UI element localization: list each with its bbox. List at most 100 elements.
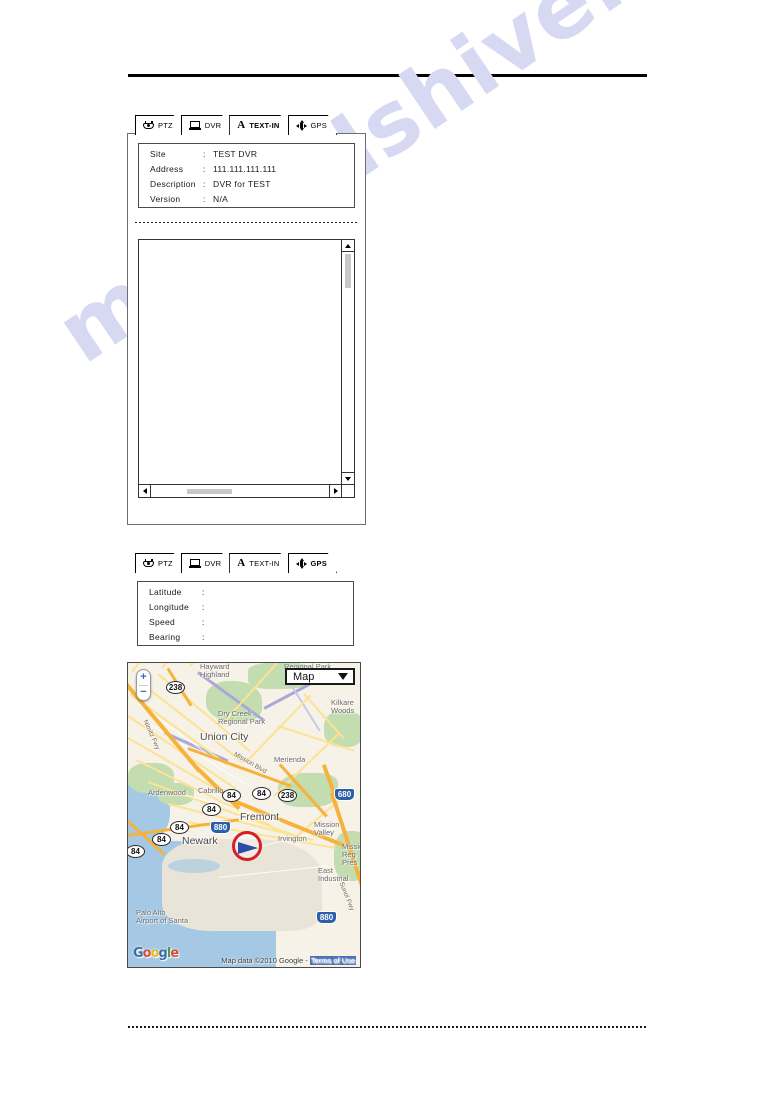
- text-in-panel: Site : TEST DVR Address : 111.111.111.11…: [127, 133, 366, 525]
- info-key: Site: [150, 149, 166, 159]
- dvr-info-box: Site : TEST DVR Address : 111.111.111.11…: [138, 143, 355, 208]
- map-attribution: Map data ©2010 Google - Terms of Use: [221, 956, 356, 965]
- map-zoom-control[interactable]: + −: [136, 669, 151, 701]
- map-canvas[interactable]: Hayward Highland Regional Park Kilkare Woo…: [128, 663, 360, 967]
- info-row: Latitude :: [138, 587, 353, 602]
- info-row: Speed :: [138, 617, 353, 632]
- document-page: manualshive.com Site : TEST DVR Address …: [0, 0, 774, 1094]
- info-colon: :: [203, 164, 206, 174]
- info-key: Speed: [149, 617, 176, 627]
- ptz-camera-icon: [143, 122, 154, 130]
- tab-gps[interactable]: GPS: [288, 115, 337, 135]
- route-shield-84: 84: [152, 833, 171, 846]
- gps-crosshair-icon: [296, 558, 307, 569]
- map-type-dropdown[interactable]: Map: [285, 668, 355, 685]
- info-row: Version : N/A: [139, 194, 354, 209]
- info-value: DVR for TEST: [213, 179, 271, 189]
- info-key: Description: [150, 179, 196, 189]
- route-shield-84: 84: [170, 821, 189, 834]
- header-rule: [128, 74, 647, 77]
- tab-gps[interactable]: GPS: [288, 553, 337, 573]
- arrow-up-icon: [345, 243, 351, 248]
- arrow-right-icon: [333, 488, 338, 494]
- text-in-letter-a-icon: A: [237, 119, 246, 131]
- info-colon: :: [202, 632, 205, 642]
- route-shield-238: 238: [278, 789, 297, 802]
- vertical-scroll-thumb[interactable]: [345, 254, 351, 288]
- info-row: Bearing :: [138, 632, 353, 647]
- map-place-label: Kilkare Woods: [331, 698, 355, 715]
- tab-ptz[interactable]: PTZ: [135, 115, 183, 135]
- panel-separator: [135, 222, 359, 223]
- logo-letter: g: [158, 946, 168, 961]
- info-row: Description : DVR for TEST: [139, 179, 354, 194]
- vertical-scrollbar[interactable]: [341, 240, 354, 484]
- info-key: Latitude: [149, 587, 182, 597]
- map-zoom-out-button[interactable]: −: [137, 685, 150, 700]
- terms-of-use-link[interactable]: Terms of Use: [309, 956, 356, 965]
- text-in-output-content[interactable]: [139, 240, 341, 484]
- map-place-label: Ardenwood: [148, 788, 186, 797]
- text-in-output-area[interactable]: [138, 239, 355, 498]
- logo-letter: o: [142, 946, 152, 961]
- route-shield-84: 84: [222, 789, 241, 802]
- tab-label: DVR: [204, 121, 222, 130]
- info-key: Version: [150, 194, 181, 204]
- map-place-label: Hayward Highland: [200, 662, 230, 679]
- map-place-label: MissioRegPres: [342, 842, 360, 867]
- horizontal-scrollbar[interactable]: [139, 484, 341, 497]
- info-colon: :: [202, 617, 205, 627]
- info-key: Longitude: [149, 602, 190, 612]
- chevron-down-icon: [338, 673, 348, 680]
- tab-text-in[interactable]: A TEXT-IN: [229, 553, 289, 573]
- info-colon: :: [203, 194, 206, 204]
- info-key: Bearing: [149, 632, 181, 642]
- map-city-label: Fremont: [240, 811, 280, 823]
- logo-letter: G: [133, 946, 144, 961]
- horizontal-scroll-thumb[interactable]: [187, 489, 232, 494]
- panel-tabs-gps: PTZ DVR A TEXT-IN GPS: [135, 551, 335, 573]
- tab-text-in[interactable]: A TEXT-IN: [229, 115, 289, 135]
- scroll-up-button[interactable]: [342, 240, 354, 252]
- map-place-label: Dry Creek Regional Park: [218, 709, 266, 726]
- map-zoom-in-button[interactable]: +: [137, 670, 150, 685]
- tab-label: TEXT-IN: [249, 559, 280, 568]
- arrow-down-icon: [345, 476, 351, 481]
- tab-dvr[interactable]: DVR: [181, 115, 231, 135]
- tab-dvr[interactable]: DVR: [181, 553, 231, 573]
- tab-label: GPS: [310, 559, 327, 568]
- info-value: TEST DVR: [213, 149, 258, 159]
- tab-label: TEXT-IN: [249, 121, 280, 130]
- scroll-left-button[interactable]: [139, 485, 151, 497]
- info-colon: :: [203, 179, 206, 189]
- scrollbar-corner: [341, 484, 354, 497]
- google-logo: Google: [133, 946, 179, 961]
- text-in-letter-a-icon: A: [237, 557, 246, 569]
- gps-position-marker: [232, 831, 262, 861]
- info-row: Site : TEST DVR: [139, 149, 354, 164]
- map-type-value: Map: [293, 670, 315, 683]
- map-place-label: Merienda: [274, 755, 306, 764]
- dvr-monitor-icon: [189, 121, 201, 130]
- tab-ptz[interactable]: PTZ: [135, 553, 183, 573]
- heading-arrow-icon: [238, 842, 258, 854]
- panel-tabs-text-in: PTZ DVR A TEXT-IN GPS: [135, 113, 335, 135]
- dvr-monitor-icon: [189, 559, 201, 568]
- interstate-shield-680: 680: [334, 788, 355, 801]
- info-value: 111.111.111.111: [213, 164, 277, 174]
- info-row: Address : 111.111.111.111: [139, 164, 354, 179]
- route-shield-84: 84: [202, 803, 221, 816]
- scroll-down-button[interactable]: [342, 472, 354, 484]
- interstate-shield-880: 880: [316, 911, 337, 924]
- gps-map[interactable]: Hayward Highland Regional Park Kilkare Woo…: [127, 662, 361, 968]
- gps-panel: Latitude : Longitude : Speed : Bearing :: [127, 571, 366, 969]
- route-shield-238: 238: [166, 681, 185, 694]
- info-colon: :: [203, 149, 206, 159]
- logo-letter: o: [150, 946, 160, 961]
- info-key: Address: [150, 164, 184, 174]
- info-row: Longitude :: [138, 602, 353, 617]
- scroll-right-button[interactable]: [329, 485, 341, 497]
- info-colon: :: [202, 602, 205, 612]
- route-shield-84: 84: [252, 787, 271, 800]
- tab-label: DVR: [204, 559, 222, 568]
